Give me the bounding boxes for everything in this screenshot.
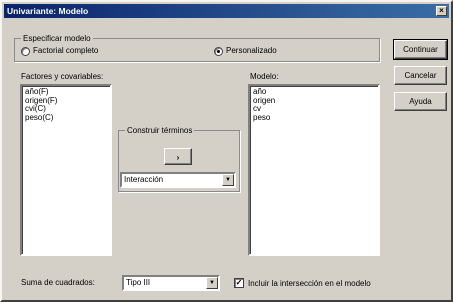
sum-squares-value: Tipo III (126, 278, 151, 287)
help-button-label: Ayuda (409, 97, 432, 106)
model-listbox[interactable]: año origen cv peso (248, 84, 380, 256)
intercept-checkbox[interactable]: ✓ (234, 278, 244, 288)
list-item[interactable]: peso(C) (25, 113, 107, 123)
continue-button[interactable]: Continuar (393, 39, 448, 60)
list-item[interactable]: origen (253, 96, 375, 106)
radio-full-factorial-label: Factorial completo (33, 46, 99, 55)
factors-label: Factores y covariables: (21, 72, 104, 81)
list-item[interactable]: cv (253, 104, 375, 114)
build-terms-legend: Construir términos (125, 125, 195, 136)
close-icon: × (439, 6, 444, 15)
sum-squares-label: Suma de cuadrados: (21, 278, 95, 287)
title-bar[interactable]: Univariante: Modelo × (4, 4, 449, 18)
list-item[interactable]: peso (253, 113, 375, 123)
radio-custom[interactable]: Personalizado (214, 46, 277, 56)
chevron-down-icon[interactable]: ▼ (206, 277, 218, 289)
model-dialog: Univariante: Modelo × Especificar modelo… (0, 0, 453, 302)
cancel-button-label: Cancelar (404, 71, 437, 80)
arrow-right-icon: › (176, 153, 180, 162)
cancel-button[interactable]: Cancelar (394, 66, 447, 85)
factors-listbox[interactable]: año(F) origen(F) cvi(C) peso(C) (20, 84, 112, 256)
specify-model-legend: Especificar modelo (21, 33, 93, 44)
window-title: Univariante: Modelo (7, 6, 89, 16)
help-button[interactable]: Ayuda (394, 92, 447, 111)
chevron-down-icon[interactable]: ▼ (222, 174, 234, 186)
continue-button-label: Continuar (403, 45, 438, 54)
model-label: Modelo: (250, 72, 279, 81)
term-type-select[interactable]: Interacción ▼ (120, 172, 236, 188)
sum-squares-select[interactable]: Tipo III ▼ (122, 275, 220, 291)
close-button[interactable]: × (436, 6, 447, 16)
check-icon: ✓ (235, 278, 243, 287)
radio-full-factorial[interactable]: Factorial completo (21, 46, 98, 56)
radio-custom-label: Personalizado (226, 46, 277, 55)
term-type-value: Interacción (124, 175, 164, 184)
intercept-label[interactable]: Incluir la intersección en el modelo (248, 279, 371, 289)
radio-full-factorial-dot[interactable] (21, 46, 30, 56)
radio-custom-dot[interactable] (214, 46, 223, 56)
add-term-button[interactable]: › (164, 148, 192, 165)
